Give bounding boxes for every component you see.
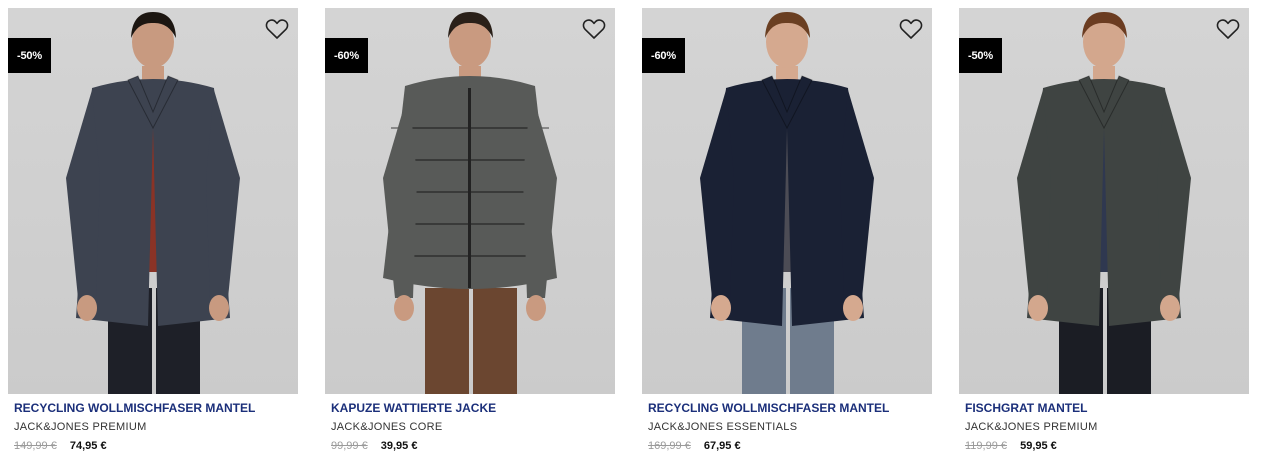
product-brand: JACK&JONES CORE — [331, 421, 443, 433]
zipper — [468, 88, 471, 288]
original-price: 119,99 € — [965, 440, 1008, 452]
wishlist-heart-icon[interactable] — [582, 18, 606, 40]
model-illustration — [383, 12, 557, 394]
discount-badge: -60% — [642, 38, 685, 73]
product-image[interactable] — [959, 8, 1249, 394]
wishlist-heart-icon[interactable] — [265, 18, 289, 40]
hand-right — [843, 295, 863, 321]
sale-price: 39,95 € — [380, 440, 418, 452]
sale-price: 67,95 € — [703, 440, 741, 452]
product-title[interactable]: RECYCLING WOLLMISCHFASER MANTEL — [648, 401, 889, 415]
product-card[interactable]: -50% RECYCLING WOLLMISCHFASER MANTEL JAC… — [8, 8, 298, 456]
product-image[interactable] — [325, 8, 615, 394]
discount-badge: -50% — [8, 38, 51, 73]
price-row: 149,99 € 74,95 € — [14, 440, 107, 452]
product-brand: JACK&JONES PREMIUM — [14, 421, 147, 433]
hand-right — [1160, 295, 1180, 321]
price-row: 119,99 € 59,95 € — [965, 440, 1057, 452]
price-row: 169,99 € 67,95 € — [648, 440, 741, 452]
product-brand: JACK&JONES ESSENTIALS — [648, 421, 798, 433]
wishlist-heart-icon[interactable] — [1216, 18, 1240, 40]
hand-right — [209, 295, 229, 321]
price-row: 99,99 € 39,95 € — [331, 440, 417, 452]
product-card[interactable]: -50% FISCHGRAT MANTEL JACK&JONES PREMIUM… — [959, 8, 1249, 456]
pants-right — [473, 288, 517, 394]
product-card[interactable]: -60% RECYCLING WOLLMISCHFASER MANTEL JAC… — [642, 8, 932, 456]
wishlist-heart-icon[interactable] — [899, 18, 923, 40]
hand-left — [1028, 295, 1048, 321]
original-price: 99,99 € — [331, 440, 368, 452]
model-illustration — [700, 12, 874, 394]
hand-left — [394, 295, 414, 321]
product-image[interactable] — [8, 8, 298, 394]
product-image[interactable] — [642, 8, 932, 394]
discount-badge: -60% — [325, 38, 368, 73]
pants-left — [425, 288, 469, 394]
product-title[interactable]: RECYCLING WOLLMISCHFASER MANTEL — [14, 401, 255, 415]
hand-right — [526, 295, 546, 321]
sale-price: 59,95 € — [1020, 440, 1057, 452]
product-card[interactable]: -60% KAPUZE WATTIERTE JACKE JACK&JONES C… — [325, 8, 615, 456]
discount-badge: -50% — [959, 38, 1002, 73]
sale-price: 74,95 € — [69, 440, 107, 452]
hand-left — [77, 295, 97, 321]
original-price: 149,99 € — [14, 440, 57, 452]
product-title[interactable]: KAPUZE WATTIERTE JACKE — [331, 401, 496, 415]
original-price: 169,99 € — [648, 440, 691, 452]
hand-left — [711, 295, 731, 321]
product-title[interactable]: FISCHGRAT MANTEL — [965, 401, 1087, 415]
model-illustration — [1017, 12, 1191, 394]
product-brand: JACK&JONES PREMIUM — [965, 421, 1098, 433]
model-illustration — [66, 12, 240, 394]
